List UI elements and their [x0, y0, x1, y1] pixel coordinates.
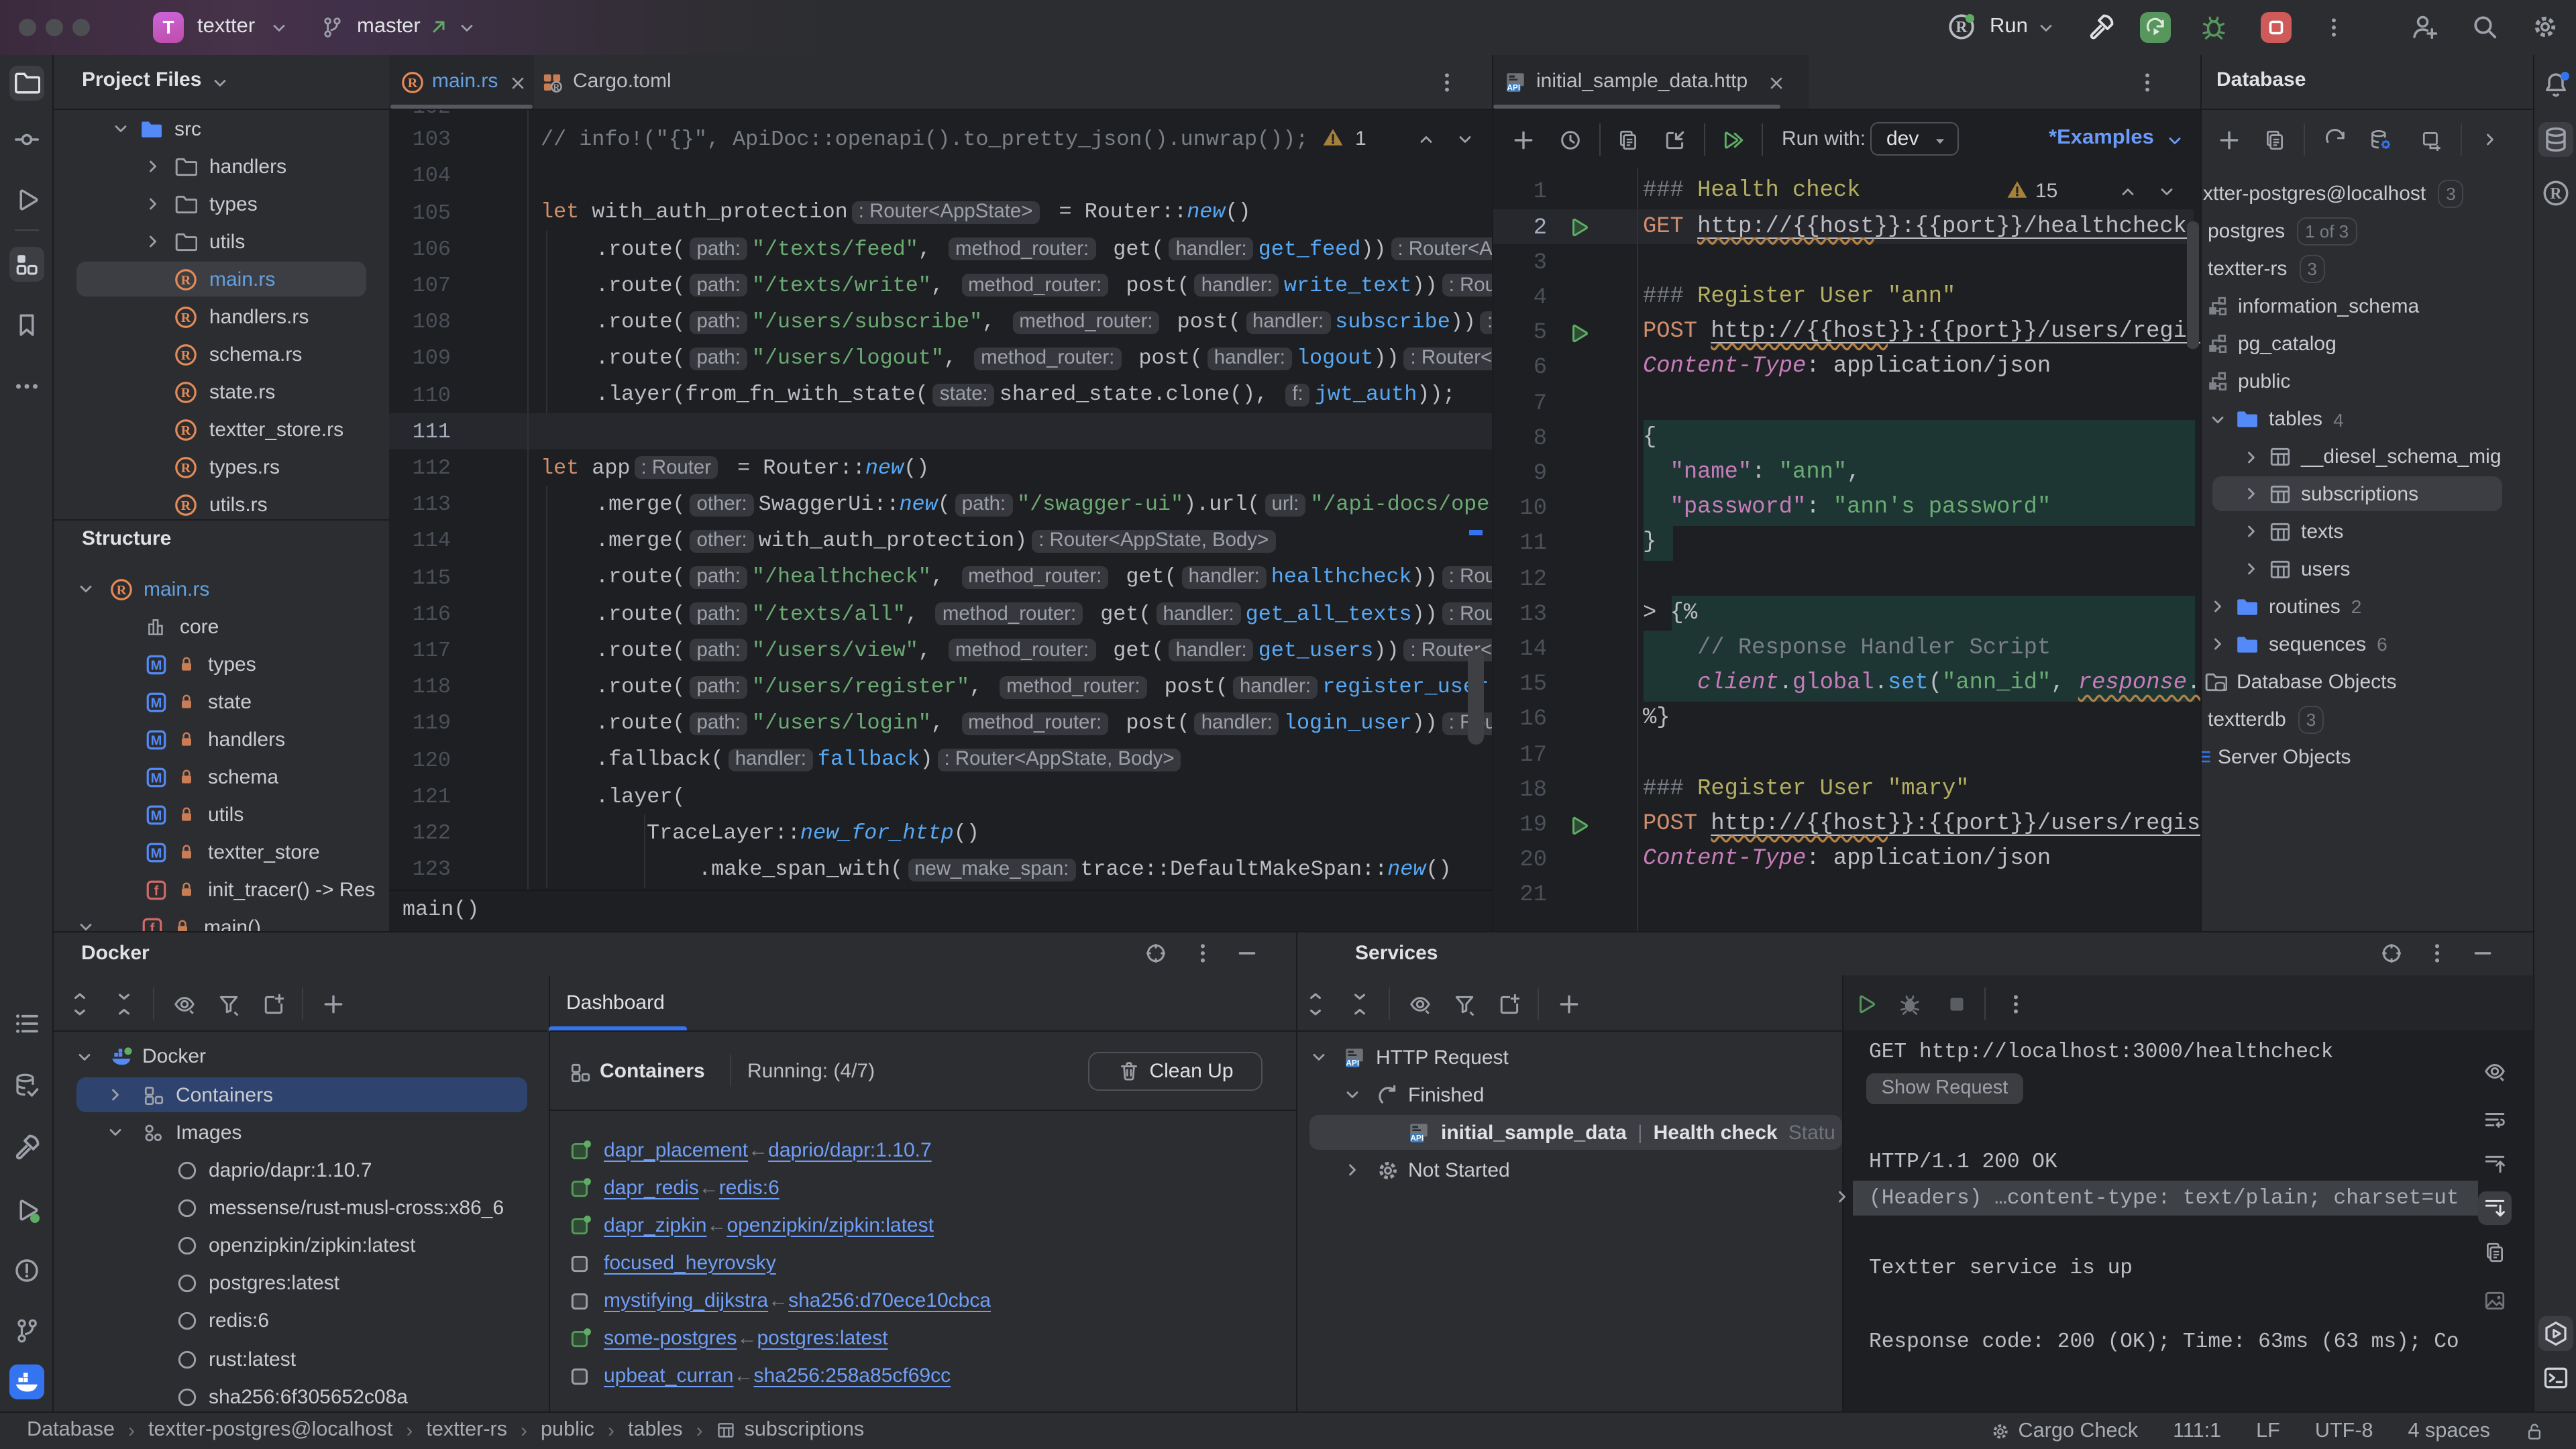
- svg-text:R: R: [2550, 185, 2562, 203]
- svg-text:R: R: [1955, 19, 1968, 36]
